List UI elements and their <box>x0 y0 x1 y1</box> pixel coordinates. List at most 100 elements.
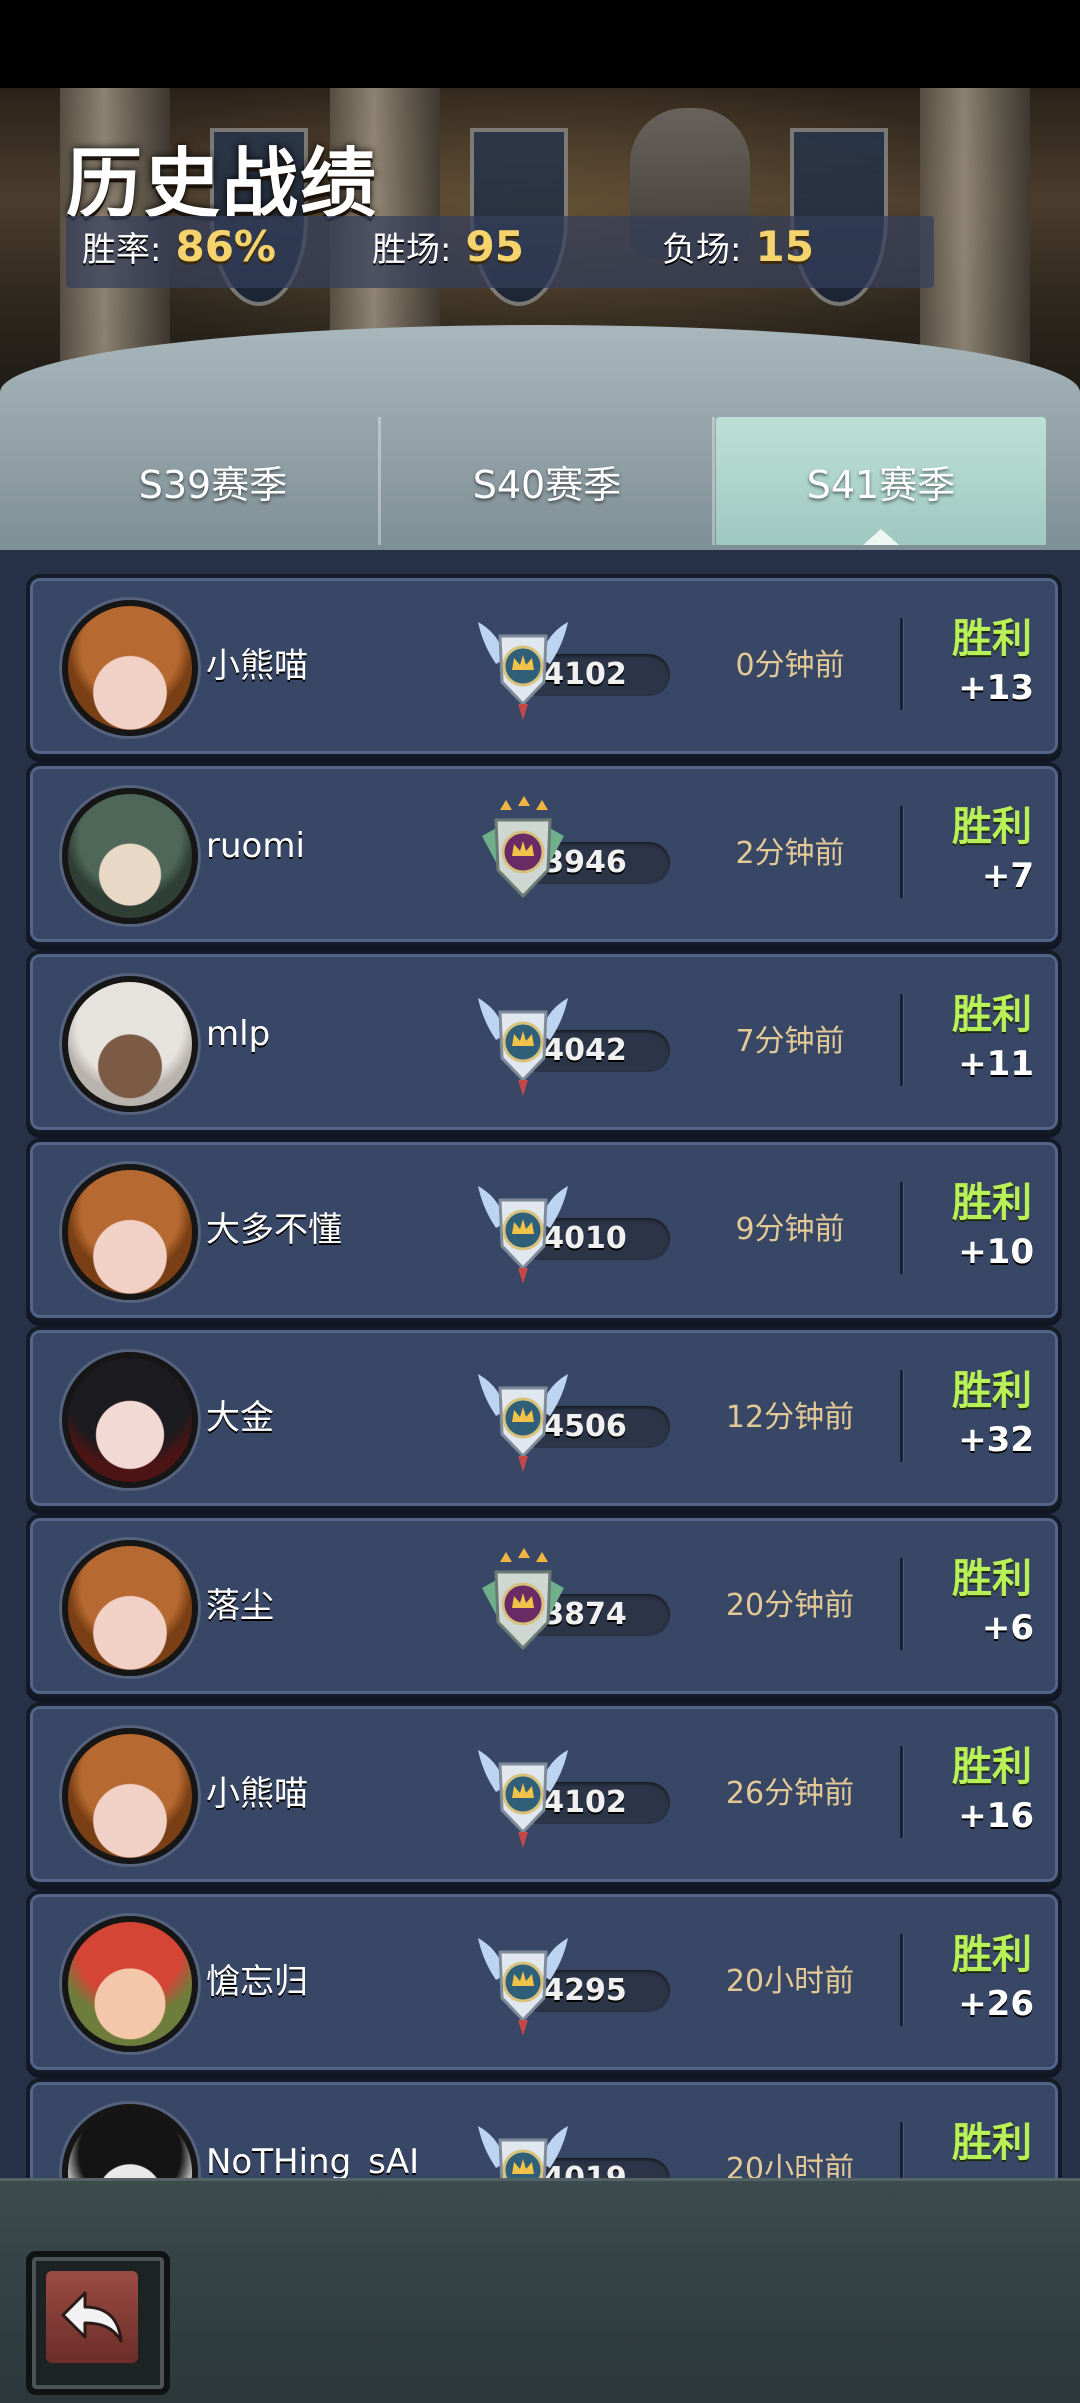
winged-crest-icon <box>478 1924 568 2042</box>
match-result: 胜利 <box>952 1932 1032 1978</box>
rank-display: 4506 <box>450 1354 700 1484</box>
match-time: 0分钟前 <box>735 648 845 683</box>
back-arrow-icon <box>46 2271 138 2363</box>
score-change: +11 <box>958 1044 1034 1084</box>
divider <box>900 1182 903 1274</box>
divider <box>900 618 903 710</box>
match-result: 胜利 <box>952 804 1032 850</box>
tab-label: S39赛季 <box>138 462 288 507</box>
divider <box>900 1370 903 1462</box>
match-result: 胜利 <box>952 1368 1032 1414</box>
rank-display: 4042 <box>450 978 700 1108</box>
bottom-bar <box>0 2178 1080 2403</box>
match-card[interactable]: 愴忘归 4295 20小时前 胜利 +26 <box>26 1890 1062 2074</box>
winged-crest-icon <box>478 2112 568 2180</box>
win-rate-value: 86% <box>175 222 276 271</box>
player-name: 小熊喵 <box>206 1774 308 1814</box>
match-card[interactable]: 小熊喵 4102 26分钟前 胜利 +16 <box>26 1702 1062 1886</box>
wins-value: 95 <box>465 222 524 271</box>
season-tabs: S39赛季 S40赛季 S41赛季 <box>0 325 1080 550</box>
losses-stat: 负场: 15 <box>662 222 814 271</box>
score-change: +6 <box>981 1608 1034 1648</box>
player-name: mlp <box>206 1014 271 1054</box>
match-result: 胜利 <box>952 616 1032 662</box>
match-time: 20小时前 <box>725 1964 855 1999</box>
player-name: 大多不懂 <box>206 1210 342 1250</box>
avatar[interactable] <box>62 1728 198 1864</box>
tab-label: S41赛季 <box>806 462 956 507</box>
divider <box>900 1558 903 1650</box>
match-time: 26分钟前 <box>725 1776 855 1811</box>
player-name: 愴忘归 <box>206 1962 308 2002</box>
tab-s40[interactable]: S40赛季 <box>382 417 715 545</box>
match-card[interactable]: 大金 4506 12分钟前 胜利 +32 <box>26 1326 1062 1510</box>
score-change: +32 <box>958 1420 1034 1460</box>
purple-crown-crest-icon <box>478 1548 568 1666</box>
stats-bar: 胜率: 86% 胜场: 95 负场: 15 <box>66 216 934 288</box>
rank-display: 3946 <box>450 790 700 920</box>
match-result: 胜利 <box>952 2120 1032 2166</box>
tab-s41[interactable]: S41赛季 <box>716 417 1046 545</box>
avatar[interactable] <box>62 1916 198 2052</box>
win-rate-label: 胜率: <box>82 230 162 270</box>
avatar[interactable] <box>62 976 198 1112</box>
match-card[interactable]: 小熊喵 4102 0分钟前 胜利 +13 <box>26 574 1062 758</box>
score-change: +16 <box>958 1796 1034 1836</box>
tab-label: S40赛季 <box>472 462 622 507</box>
losses-label: 负场: <box>662 230 742 270</box>
winged-crest-icon <box>478 1360 568 1478</box>
winged-crest-icon <box>478 1172 568 1290</box>
avatar[interactable] <box>62 1352 198 1488</box>
match-card[interactable]: ruomi 3946 2分钟前 胜利 +7 <box>26 762 1062 946</box>
match-time: 2分钟前 <box>735 836 845 871</box>
divider <box>900 806 903 898</box>
rank-display: 4295 <box>450 1918 700 2048</box>
score-change: +26 <box>958 1984 1034 2024</box>
status-bar <box>0 0 1080 88</box>
match-card[interactable]: 大多不懂 4010 9分钟前 胜利 +10 <box>26 1138 1062 1322</box>
match-result: 胜利 <box>952 992 1032 1038</box>
match-time: 9分钟前 <box>735 1212 845 1247</box>
winged-crest-icon <box>478 1736 568 1854</box>
losses-value: 15 <box>755 222 814 271</box>
match-card[interactable]: 落尘 3874 20分钟前 胜利 +6 <box>26 1514 1062 1698</box>
player-name: 落尘 <box>206 1586 274 1626</box>
match-history-list[interactable]: 小熊喵 4102 0分钟前 胜利 +13 ruomi 3946 2分钟前 胜利 +7 mlp 4042… <box>0 550 1080 2180</box>
tab-s39[interactable]: S39赛季 <box>48 417 381 545</box>
match-card[interactable]: NoTHing_sAI401920小时前胜利+14 <box>26 2078 1062 2180</box>
rank-display: 3874 <box>450 1542 700 1672</box>
avatar[interactable] <box>62 600 198 736</box>
player-name: 小熊喵 <box>206 646 308 686</box>
player-name: 大金 <box>206 1398 274 1438</box>
match-card[interactable]: mlp 4042 7分钟前 胜利 +11 <box>26 950 1062 1134</box>
purple-crown-crest-icon <box>478 796 568 914</box>
match-result: 胜利 <box>952 1744 1032 1790</box>
rank-display: 4019 <box>450 2106 700 2180</box>
match-result: 胜利 <box>952 1556 1032 1602</box>
score-change: +13 <box>958 668 1034 708</box>
avatar[interactable] <box>62 1540 198 1676</box>
score-change: +7 <box>981 856 1034 896</box>
wins-stat: 胜场: 95 <box>372 222 524 271</box>
avatar[interactable] <box>62 1164 198 1300</box>
divider <box>900 1746 903 1838</box>
divider <box>900 1934 903 2026</box>
winged-crest-icon <box>478 608 568 726</box>
match-time: 12分钟前 <box>725 1400 855 1435</box>
match-time: 20小时前 <box>725 2152 855 2180</box>
wins-label: 胜场: <box>372 230 452 270</box>
player-name: ruomi <box>206 826 305 866</box>
avatar[interactable] <box>62 788 198 924</box>
player-name: NoTHing_sAI <box>206 2142 420 2180</box>
rank-display: 4102 <box>450 602 700 732</box>
rank-display: 4102 <box>450 1730 700 1860</box>
divider <box>900 994 903 1086</box>
back-button[interactable] <box>26 2251 170 2395</box>
divider <box>900 2122 903 2180</box>
winged-crest-icon <box>478 984 568 1102</box>
rank-display: 4010 <box>450 1166 700 1296</box>
match-time: 20分钟前 <box>725 1588 855 1623</box>
match-time: 7分钟前 <box>735 1024 845 1059</box>
win-rate-stat: 胜率: 86% <box>82 222 276 271</box>
avatar[interactable] <box>62 2104 198 2180</box>
